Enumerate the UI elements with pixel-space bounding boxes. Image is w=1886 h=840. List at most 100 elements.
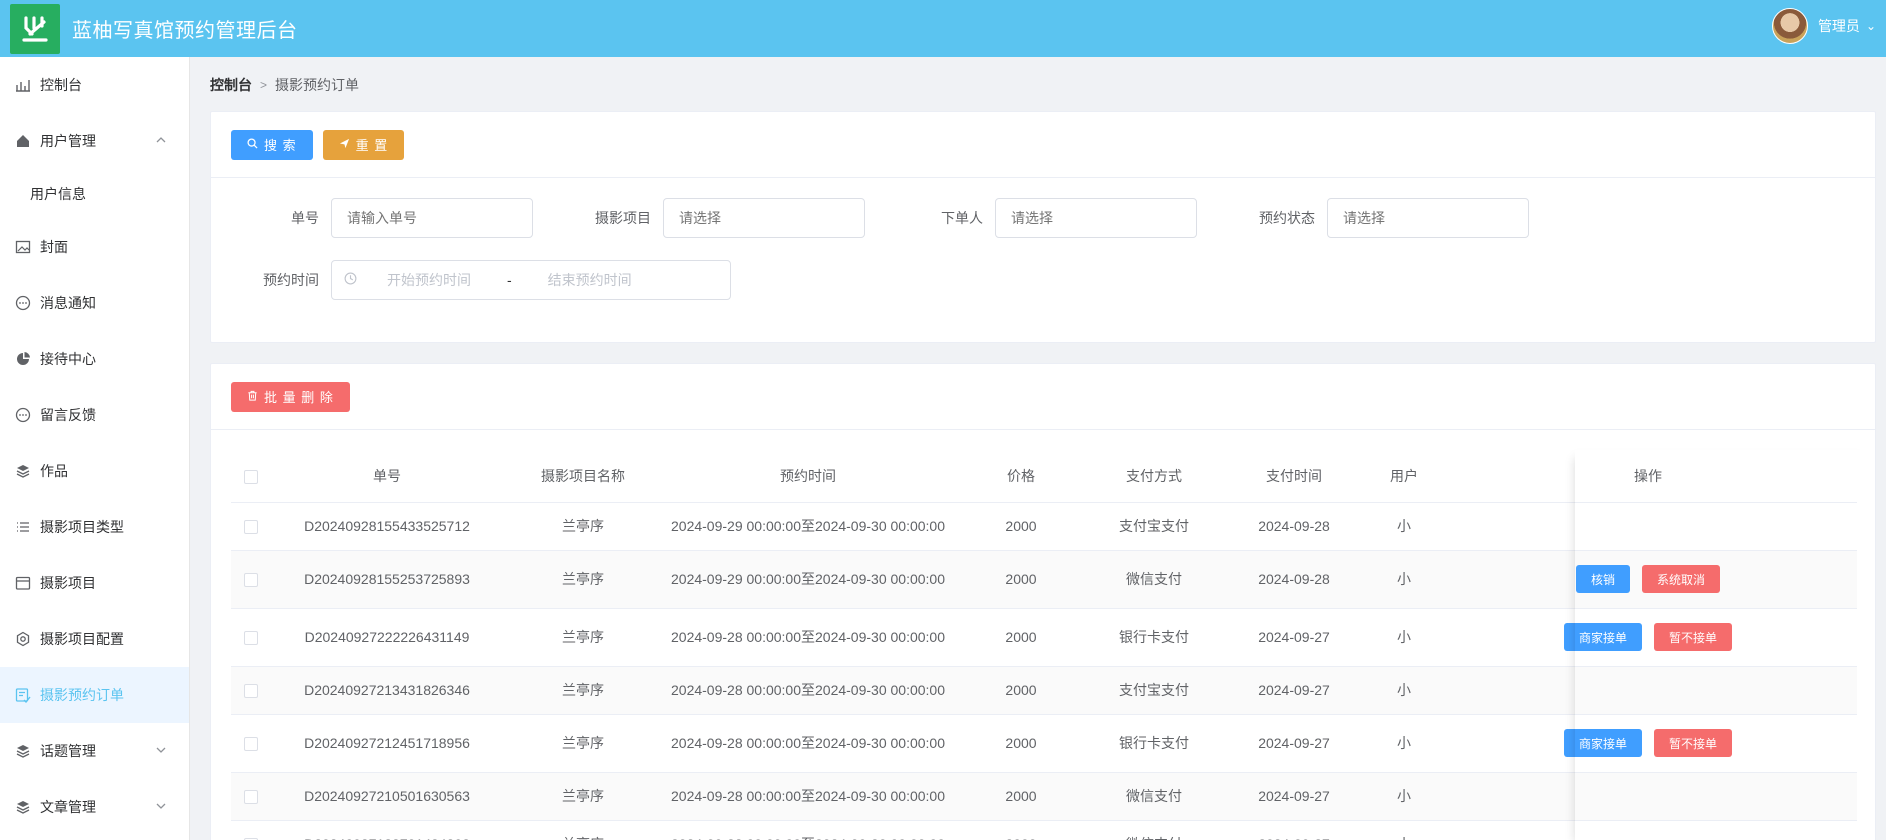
status-select[interactable] [1327,198,1529,238]
col-pay[interactable]: 支付方式 [1089,450,1219,503]
sidebar-item-user-management[interactable]: 用户管理 [0,113,189,169]
customer-select[interactable] [995,198,1197,238]
table-row[interactable]: D20240928155433525712 兰亭序 2024-09-29 00:… [231,502,1857,551]
col-ops: 操作 [1439,450,1857,503]
sidebar-item-dashboard[interactable]: 控制台 [0,57,189,113]
ops-cell [1439,502,1857,551]
batch-delete-button[interactable]: 批 量 删 除 [231,381,350,412]
system-cancel-button[interactable]: 系统取消 [1642,565,1721,593]
user-menu[interactable]: 管理员 ⌄ [1771,8,1876,44]
time-cell: 2024-09-28 00:00:00至2024-09-30 00:00:00 [663,714,953,773]
sidebar-item-reception[interactable]: 接待中心 [0,331,189,387]
start-time-input[interactable]: 开始预约时间 [387,270,471,290]
table-row[interactable]: D20240927213431826346 兰亭序 2024-09-28 00:… [231,666,1857,715]
verify-button[interactable]: 核销 [1575,565,1630,593]
breadcrumb: 控制台 > 摄影预约订单 [210,75,359,95]
layers-icon [14,742,32,760]
accept-order-button[interactable]: 商家接单 [1563,729,1642,757]
pay-time-cell: 2024-09-27 [1219,666,1369,715]
row-checkbox[interactable] [244,790,258,805]
user-cell: 小 [1369,820,1439,840]
accept-order-button[interactable]: 商家接单 [1563,623,1642,651]
pay-time-cell: 2024-09-28 [1219,550,1369,609]
row-checkbox[interactable] [244,737,258,752]
date-range-picker[interactable]: 开始预约时间 - 结束预约时间 [331,260,731,300]
sidebar-item-orders[interactable]: 摄影预约订单 [0,667,189,723]
sidebar-item-cover[interactable]: 封面 [0,219,189,275]
row-checkbox[interactable] [244,573,258,588]
sidebar-item-topics[interactable]: 话题管理 [0,723,189,779]
project-select[interactable] [663,198,865,238]
sidebar-item-notifications[interactable]: 消息通知 [0,275,189,331]
ops-cell [1439,820,1857,840]
sidebar-item-user-info[interactable]: 用户信息 [0,169,189,219]
pay-cell: 支付宝支付 [1089,502,1219,551]
logo-icon [22,15,48,42]
col-time[interactable]: 预约时间 [663,450,953,503]
order-no-cell: D20240927213431826346 [271,666,503,715]
project-cell: 兰亭序 [503,820,663,840]
end-time-input[interactable]: 结束预约时间 [548,270,632,290]
sidebar-item-articles[interactable]: 文章管理 [0,779,189,835]
user-name: 管理员 [1817,18,1860,34]
sidebar-item-project-types[interactable]: 摄影项目类型 [0,499,189,555]
field-time: 预约时间 开始预约时间 - 结束预约时间 [211,260,731,300]
table-row[interactable]: D20240927183701434292 兰亭序 2024-09-28 00:… [231,820,1857,840]
trash-icon [247,390,258,404]
order-no-input[interactable] [331,198,533,238]
sidebar-item-feedback[interactable]: 留言反馈 [0,387,189,443]
order-icon [14,686,32,704]
search-button[interactable]: 搜 索 [231,129,313,160]
app-logo[interactable] [10,3,60,54]
sidebar-item-label: 消息通知 [40,295,96,311]
project-cell: 兰亭序 [503,714,663,773]
range-separator: - [507,272,512,288]
layers-icon [14,798,32,816]
pay-time-cell: 2024-09-28 [1219,502,1369,551]
table-row[interactable]: D20240927210501630563 兰亭序 2024-09-28 00:… [231,772,1857,821]
order-table-panel: 批 量 删 除 单号 摄影项目名称 预约时间 价格 支付方式 支付时间 用户 操… [210,363,1876,840]
sidebar-item-label: 接待中心 [40,351,96,367]
order-no-cell: D20240927212451718956 [271,714,503,773]
field-project: 摄影项目 [543,198,865,238]
row-checkbox[interactable] [244,684,258,699]
search-actions: 搜 索 重 置 [211,112,1875,178]
calendar-icon [14,574,32,592]
time-label: 预约时间 [263,272,319,288]
decline-order-button[interactable]: 暂不接单 [1654,623,1733,651]
chevron-right-icon: > [260,78,268,92]
price-cell: 2000 [953,772,1089,821]
col-price[interactable]: 价格 [953,450,1089,503]
pie-icon [14,350,32,368]
reset-button[interactable]: 重 置 [322,129,405,160]
sidebar-item-label: 话题管理 [40,743,96,759]
row-checkbox[interactable] [244,520,258,535]
col-order-no[interactable]: 单号 [271,450,503,503]
col-pay-time[interactable]: 支付时间 [1219,450,1369,503]
price-cell: 2000 [953,666,1089,715]
col-project[interactable]: 摄影项目名称 [503,450,663,503]
sidebar-item-projects[interactable]: 摄影项目 [0,555,189,611]
col-user[interactable]: 用户 [1369,450,1439,503]
row-checkbox[interactable] [244,631,258,646]
field-order-no: 单号 [211,198,533,238]
sidebar-item-works[interactable]: 作品 [0,443,189,499]
project-cell: 兰亭序 [503,772,663,821]
table-row[interactable]: D20240928155253725893 兰亭序 2024-09-29 00:… [231,550,1857,609]
pay-cell: 银行卡支付 [1089,714,1219,773]
search-icon [247,137,258,152]
project-label: 摄影项目 [595,210,651,226]
sidebar-item-label: 封面 [40,239,68,255]
avatar[interactable] [1771,8,1808,44]
select-all-checkbox[interactable] [244,469,258,484]
price-cell: 2000 [953,502,1089,551]
breadcrumb-home[interactable]: 控制台 [210,75,252,95]
table-row[interactable]: D20240927212451718956 兰亭序 2024-09-28 00:… [231,714,1857,773]
ops-cell [1439,666,1857,715]
decline-order-button[interactable]: 暂不接单 [1654,729,1733,757]
sidebar-item-project-config[interactable]: 摄影项目配置 [0,611,189,667]
chevron-up-icon [155,133,167,149]
order-table: 单号 摄影项目名称 预约时间 价格 支付方式 支付时间 用户 操作 D20240… [231,450,1857,840]
table-row[interactable]: D20240927222226431149 兰亭序 2024-09-28 00:… [231,608,1857,667]
user-cell: 小 [1369,772,1439,821]
